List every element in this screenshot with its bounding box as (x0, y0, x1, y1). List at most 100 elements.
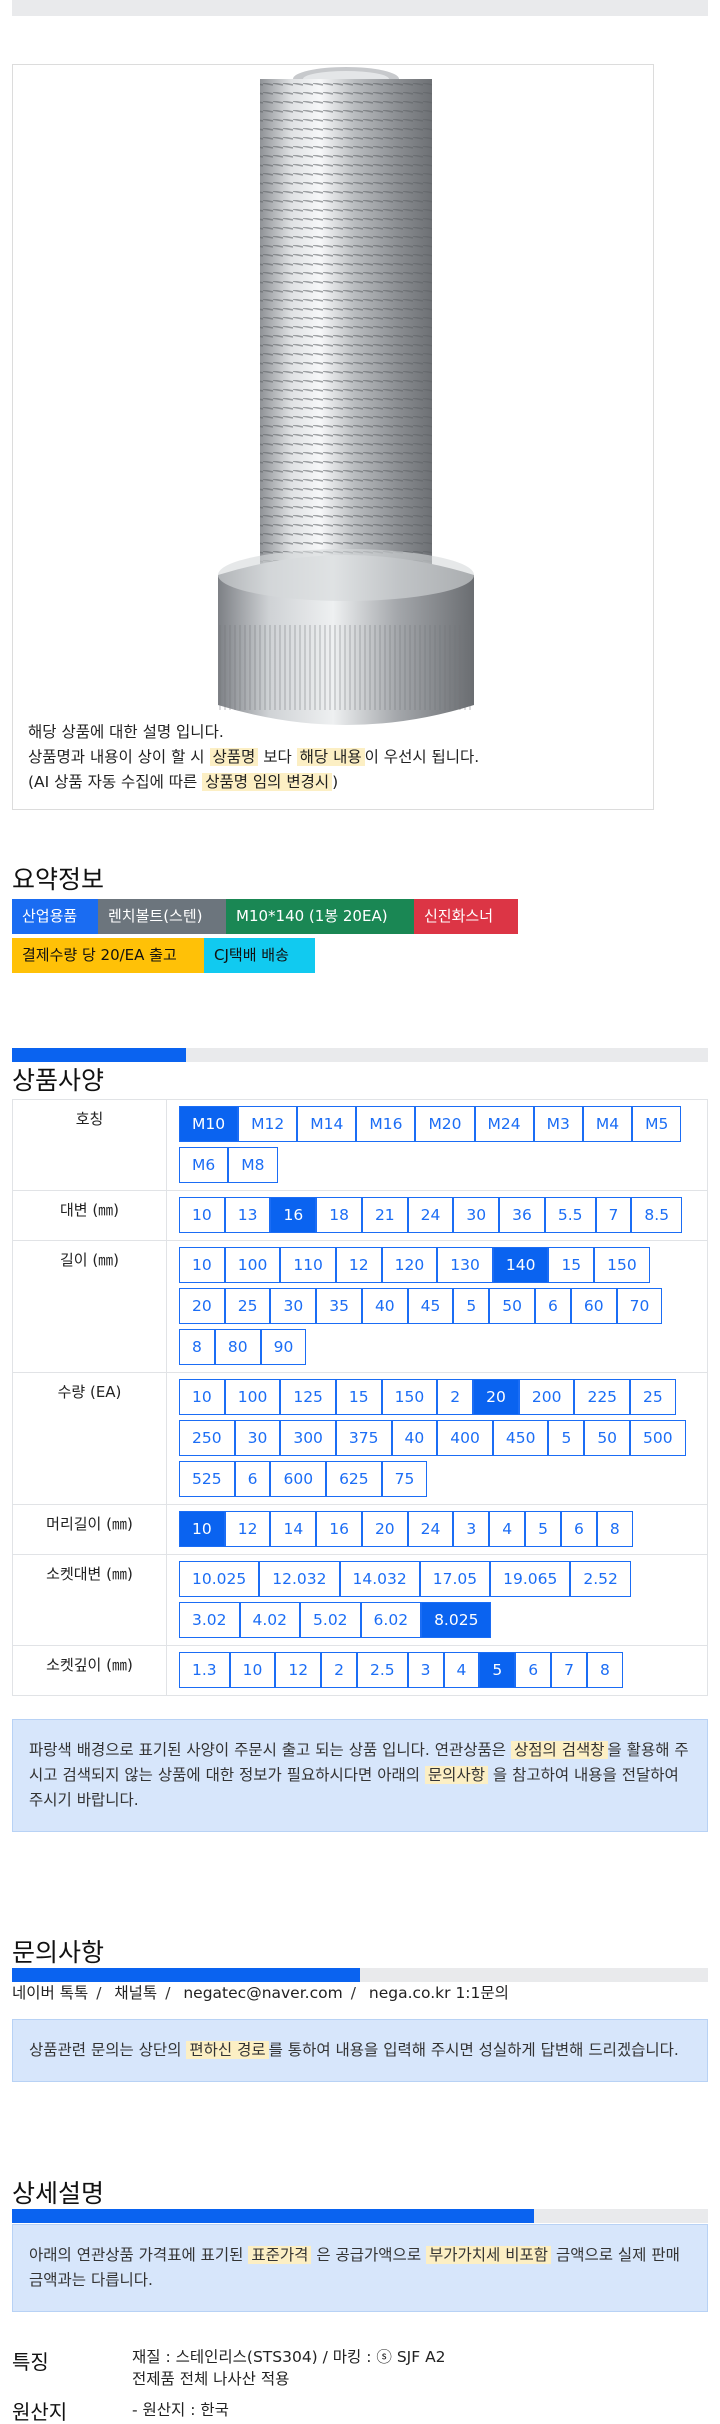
spec-option-button[interactable]: 4 (489, 1511, 526, 1547)
spec-option-button[interactable]: 600 (270, 1461, 327, 1497)
spec-option-button[interactable]: 14.032 (339, 1561, 420, 1597)
spec-option-button[interactable]: 90 (260, 1329, 307, 1365)
spec-option-button[interactable]: 50 (584, 1420, 631, 1456)
spec-option-button[interactable]: 30 (234, 1420, 281, 1456)
spec-option-button[interactable]: 10 (229, 1652, 276, 1688)
spec-option-button[interactable]: 8.5 (631, 1197, 683, 1233)
spec-option-button[interactable]: M4 (582, 1106, 633, 1142)
spec-option-button[interactable]: 10 (179, 1197, 225, 1233)
spec-option-button[interactable]: M3 (533, 1106, 583, 1142)
spec-option-button[interactable]: 40 (361, 1288, 408, 1324)
spec-option-button[interactable]: 12 (275, 1652, 322, 1688)
spec-option-button[interactable]: 5 (453, 1288, 490, 1324)
spec-option-button[interactable]: 8 (587, 1652, 623, 1688)
spec-option-button[interactable]: 7 (551, 1652, 588, 1688)
spec-option-button[interactable]: M16 (356, 1106, 416, 1142)
spec-option-button[interactable]: M12 (238, 1106, 298, 1142)
spec-option-button[interactable]: 400 (437, 1420, 493, 1456)
spec-option-button[interactable]: 525 (179, 1461, 235, 1497)
spec-option-button[interactable]: 5 (548, 1420, 585, 1456)
spec-option-button[interactable]: 60 (570, 1288, 617, 1324)
spec-option-button[interactable]: M6 (179, 1147, 229, 1183)
spec-option-button[interactable]: 25 (224, 1288, 271, 1324)
spec-option-button[interactable]: 15 (335, 1379, 382, 1415)
spec-option-button[interactable]: 5 (479, 1652, 516, 1688)
spec-option-button[interactable]: 40 (391, 1420, 438, 1456)
spec-option-button[interactable]: 3 (407, 1652, 444, 1688)
spec-option-button[interactable]: M5 (632, 1106, 682, 1142)
spec-option-button[interactable]: 1.3 (179, 1652, 230, 1688)
spec-option-button[interactable]: 20 (179, 1288, 225, 1324)
spec-option-button[interactable]: 24 (407, 1197, 454, 1233)
spec-option-button[interactable]: 20 (361, 1511, 408, 1547)
spec-option-button[interactable]: M8 (228, 1147, 278, 1183)
spec-option-button[interactable]: 6 (561, 1511, 597, 1547)
spec-option-button[interactable]: 500 (630, 1420, 686, 1456)
contact-channel-talk[interactable]: 채널톡 (114, 1984, 157, 2002)
spec-option-button[interactable]: 21 (361, 1197, 408, 1233)
spec-option-button[interactable]: 19.065 (490, 1561, 571, 1597)
spec-option-button[interactable]: 3 (453, 1511, 490, 1547)
spec-option-button[interactable]: 250 (179, 1420, 235, 1456)
spec-option-button[interactable]: 30 (453, 1197, 500, 1233)
spec-option-button[interactable]: 10 (179, 1511, 225, 1547)
spec-option-button[interactable]: 75 (381, 1461, 428, 1497)
spec-option-button[interactable]: 35 (316, 1288, 362, 1324)
spec-option-button[interactable]: 375 (335, 1420, 392, 1456)
spec-option-button[interactable]: 12 (335, 1247, 382, 1283)
spec-option-button[interactable]: 8 (179, 1329, 215, 1365)
spec-option-button[interactable]: 100 (224, 1247, 281, 1283)
spec-option-button[interactable]: 16 (316, 1511, 362, 1547)
spec-option-button[interactable]: 13 (224, 1197, 271, 1233)
spec-option-button[interactable]: 150 (594, 1247, 650, 1283)
spec-option-button[interactable]: 30 (270, 1288, 317, 1324)
spec-option-button[interactable]: 12 (224, 1511, 271, 1547)
spec-option-button[interactable]: 150 (381, 1379, 438, 1415)
spec-option-button[interactable]: 6 (234, 1461, 271, 1497)
spec-option-button[interactable]: 6 (535, 1288, 571, 1324)
spec-option-button[interactable]: 17.05 (419, 1561, 491, 1597)
spec-option-button[interactable]: 70 (616, 1288, 663, 1324)
spec-option-button[interactable]: 36 (499, 1197, 545, 1233)
spec-option-button[interactable]: 2 (321, 1652, 357, 1688)
spec-option-button[interactable]: 100 (224, 1379, 281, 1415)
spec-option-button[interactable]: 4.02 (239, 1602, 301, 1638)
spec-option-button[interactable]: 2.5 (357, 1652, 408, 1688)
spec-option-button[interactable]: 110 (280, 1247, 336, 1283)
spec-option-button[interactable]: M14 (297, 1106, 357, 1142)
spec-option-button[interactable]: 140 (492, 1247, 549, 1283)
spec-option-button[interactable]: 2 (437, 1379, 474, 1415)
spec-option-button[interactable]: 125 (280, 1379, 336, 1415)
spec-option-button[interactable]: 10 (179, 1379, 225, 1415)
spec-option-button[interactable]: 6.02 (360, 1602, 422, 1638)
spec-option-button[interactable]: 8.025 (421, 1602, 492, 1638)
spec-option-button[interactable]: 10 (179, 1247, 225, 1283)
spec-option-button[interactable]: 14 (270, 1511, 317, 1547)
spec-option-button[interactable]: 5.02 (300, 1602, 361, 1638)
spec-option-button[interactable]: 2.52 (570, 1561, 631, 1597)
spec-option-button[interactable]: 300 (280, 1420, 336, 1456)
spec-option-button[interactable]: 12.032 (259, 1561, 340, 1597)
spec-option-button[interactable]: 4 (443, 1652, 480, 1688)
spec-option-button[interactable]: 225 (574, 1379, 631, 1415)
spec-option-button[interactable]: 5 (525, 1511, 562, 1547)
spec-option-button[interactable]: M20 (415, 1106, 475, 1142)
spec-option-button[interactable]: 50 (489, 1288, 536, 1324)
spec-option-button[interactable]: 8 (596, 1511, 633, 1547)
spec-option-button[interactable]: 6 (515, 1652, 552, 1688)
spec-option-button[interactable]: M24 (474, 1106, 534, 1142)
spec-option-button[interactable]: 18 (316, 1197, 362, 1233)
spec-option-button[interactable]: 7 (595, 1197, 632, 1233)
spec-option-button[interactable]: M10 (179, 1106, 239, 1142)
spec-option-button[interactable]: 20 (473, 1379, 519, 1415)
spec-option-button[interactable]: 130 (437, 1247, 493, 1283)
spec-option-button[interactable]: 120 (381, 1247, 438, 1283)
spec-option-button[interactable]: 45 (407, 1288, 454, 1324)
spec-option-button[interactable]: 10.025 (179, 1561, 260, 1597)
spec-option-button[interactable]: 24 (407, 1511, 454, 1547)
spec-option-button[interactable]: 5.5 (544, 1197, 596, 1233)
contact-website-inquiry[interactable]: nega.co.kr 1:1문의 (369, 1984, 509, 2002)
spec-option-button[interactable]: 25 (630, 1379, 676, 1415)
spec-option-button[interactable]: 3.02 (179, 1602, 240, 1638)
contact-naver-talk[interactable]: 네이버 톡톡 (12, 1984, 88, 2002)
